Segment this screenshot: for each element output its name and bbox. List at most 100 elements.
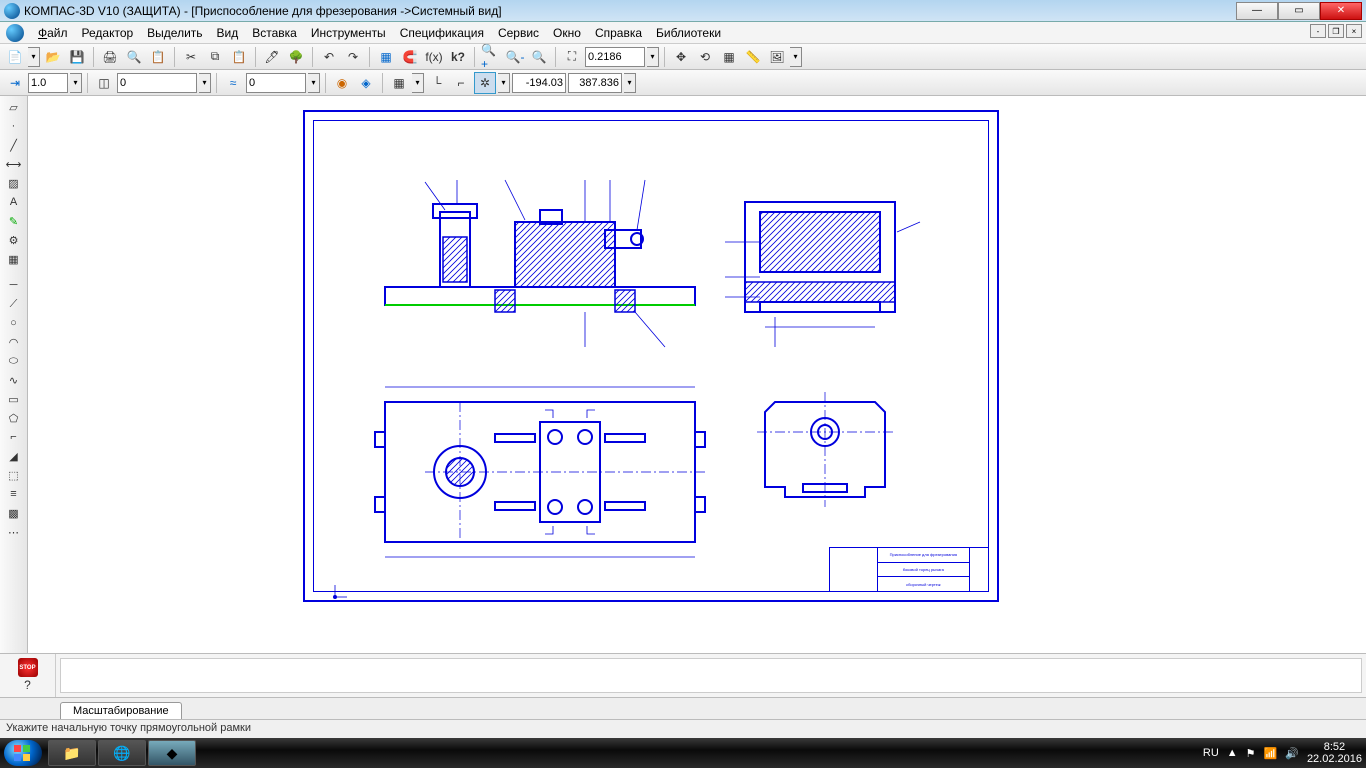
undo-icon[interactable]: ↶ xyxy=(318,46,340,68)
state1-dropdown[interactable]: ▾ xyxy=(70,73,82,93)
layer-icon[interactable]: ◫ xyxy=(93,72,115,94)
state1-input[interactable] xyxy=(28,73,68,93)
zoom-out-icon[interactable]: 🔍- xyxy=(504,46,526,68)
tool-aux-icon[interactable]: ⟋ xyxy=(3,295,25,313)
menu-window[interactable]: Окно xyxy=(547,24,587,42)
doc-tab-active[interactable]: Масштабирование xyxy=(60,702,182,719)
coord-y-input[interactable] xyxy=(568,73,622,93)
ortho-icon[interactable]: └ xyxy=(426,72,448,94)
start-button[interactable] xyxy=(4,740,42,766)
tray-network-icon[interactable]: 📶 xyxy=(1264,747,1278,760)
tool-more-icon[interactable]: ⋯ xyxy=(3,523,25,541)
tool-poly-icon[interactable]: ⬠ xyxy=(3,409,25,427)
state3-dropdown[interactable]: ▾ xyxy=(308,73,320,93)
tool-spline-icon[interactable]: ∿ xyxy=(3,371,25,389)
menu-edit[interactable]: Редактор xyxy=(76,24,140,42)
state3-input[interactable] xyxy=(246,73,306,93)
measure-icon[interactable]: 📏 xyxy=(742,46,764,68)
zoom-in-icon[interactable]: 🔍+ xyxy=(480,46,502,68)
snap1-icon[interactable]: ◉ xyxy=(331,72,353,94)
image-icon[interactable]: 🖼 xyxy=(766,46,788,68)
print-icon[interactable]: 🖨 xyxy=(99,46,121,68)
tool-fillet-icon[interactable]: ⌐ xyxy=(3,428,25,446)
stop-button[interactable]: STOP xyxy=(18,658,38,677)
taskbar-explorer-icon[interactable]: 📁 xyxy=(48,740,96,766)
help-panel-icon[interactable]: ? xyxy=(19,677,37,693)
mdi-restore-button[interactable]: ❐ xyxy=(1328,24,1344,38)
tool-param-icon[interactable]: ⚙ xyxy=(3,231,25,249)
new-dropdown[interactable]: ▾ xyxy=(28,47,40,67)
tray-lang[interactable]: RU xyxy=(1203,747,1219,759)
maximize-button[interactable]: ▭ xyxy=(1278,2,1320,20)
state-icon[interactable]: ⇥ xyxy=(4,72,26,94)
tool-contour-icon[interactable]: ⬚ xyxy=(3,466,25,484)
menu-file[interactable]: Файл xyxy=(32,24,74,42)
menu-insert[interactable]: Вставка xyxy=(246,24,303,42)
tray-clock[interactable]: 8:52 22.02.2016 xyxy=(1307,741,1362,765)
tool-text-icon[interactable]: A xyxy=(3,193,25,211)
new-icon[interactable]: 📄 xyxy=(4,46,26,68)
menu-tools[interactable]: Инструменты xyxy=(305,24,392,42)
variables-icon[interactable]: f(x) xyxy=(423,46,445,68)
tool-chamfer-icon[interactable]: ◢ xyxy=(3,447,25,465)
paste-icon[interactable]: 📋 xyxy=(228,46,250,68)
preview-icon[interactable]: 🔍 xyxy=(123,46,145,68)
local-cs-icon[interactable]: ⌐ xyxy=(450,72,472,94)
minimize-button[interactable]: ― xyxy=(1236,2,1278,20)
refresh-icon[interactable]: ▦ xyxy=(718,46,740,68)
manager-icon[interactable]: ▦ xyxy=(375,46,397,68)
snap-dropdown[interactable]: ▾ xyxy=(498,73,510,93)
tool-arc-icon[interactable]: ◠ xyxy=(3,333,25,351)
grid-icon[interactable]: ▦ xyxy=(388,72,410,94)
zoom-dropdown[interactable]: ▾ xyxy=(647,47,659,67)
menu-libs[interactable]: Библиотеки xyxy=(650,24,727,42)
tool-rect-icon[interactable]: ▭ xyxy=(3,390,25,408)
menu-select[interactable]: Выделить xyxy=(141,24,208,42)
tool-table-icon[interactable]: ▦ xyxy=(3,250,25,268)
tool-dim-icon[interactable]: ⟷ xyxy=(3,155,25,173)
zoom-fit-icon[interactable]: ⛶ xyxy=(561,46,583,68)
menu-spec[interactable]: Спецификация xyxy=(394,24,490,42)
state2-input[interactable] xyxy=(117,73,197,93)
coord-dropdown[interactable]: ▾ xyxy=(624,73,636,93)
help-icon[interactable]: k? xyxy=(447,46,469,68)
command-input-area[interactable] xyxy=(60,658,1362,693)
tool-point-icon[interactable]: · xyxy=(3,117,25,135)
tool-equid-icon[interactable]: ≡ xyxy=(3,485,25,503)
save-icon[interactable]: 💾 xyxy=(66,46,88,68)
tool-edit-icon[interactable]: ✎ xyxy=(3,212,25,230)
snap2-icon[interactable]: ◈ xyxy=(355,72,377,94)
snap-toggle-icon[interactable]: ✲ xyxy=(474,72,496,94)
zoom-window-icon[interactable]: 🔍 xyxy=(528,46,550,68)
tray-flag-icon[interactable]: ▲ xyxy=(1227,747,1238,759)
menu-help[interactable]: Справка xyxy=(589,24,648,42)
tree-icon[interactable]: 🌳 xyxy=(285,46,307,68)
magnet-icon[interactable]: 🧲 xyxy=(399,46,421,68)
mdi-close-button[interactable]: × xyxy=(1346,24,1362,38)
menu-view[interactable]: Вид xyxy=(211,24,245,42)
style-icon[interactable]: ≈ xyxy=(222,72,244,94)
image-dropdown[interactable]: ▾ xyxy=(790,47,802,67)
tray-volume-icon[interactable]: 🔊 xyxy=(1285,747,1299,760)
tool-hatch2-icon[interactable]: ▩ xyxy=(3,504,25,522)
zoom-value-input[interactable] xyxy=(585,47,645,67)
spec-icon[interactable]: 📋 xyxy=(147,46,169,68)
menu-service[interactable]: Сервис xyxy=(492,24,545,42)
tool-line-icon[interactable]: ╱ xyxy=(3,136,25,154)
tray-action-icon[interactable]: ⚑ xyxy=(1246,747,1256,760)
drawing-canvas[interactable]: Приспособление для фрезерования боковой … xyxy=(28,96,1366,653)
state2-dropdown[interactable]: ▾ xyxy=(199,73,211,93)
copy-icon[interactable]: ⧉ xyxy=(204,46,226,68)
tool-circle-icon[interactable]: ○ xyxy=(3,314,25,332)
grid-dropdown[interactable]: ▾ xyxy=(412,73,424,93)
tool-ellipse-icon[interactable]: ⬭ xyxy=(3,352,25,370)
properties-icon[interactable]: 🖊 xyxy=(261,46,283,68)
tool-geometry-icon[interactable]: ▱ xyxy=(3,98,25,116)
close-button[interactable]: ✕ xyxy=(1320,2,1362,20)
taskbar-kompas-icon[interactable]: ◆ xyxy=(148,740,196,766)
tool-hatch-icon[interactable]: ▨ xyxy=(3,174,25,192)
coord-x-input[interactable] xyxy=(512,73,566,93)
tool-segment-icon[interactable]: ─ xyxy=(3,276,25,294)
redo-icon[interactable]: ↷ xyxy=(342,46,364,68)
cut-icon[interactable]: ✂ xyxy=(180,46,202,68)
